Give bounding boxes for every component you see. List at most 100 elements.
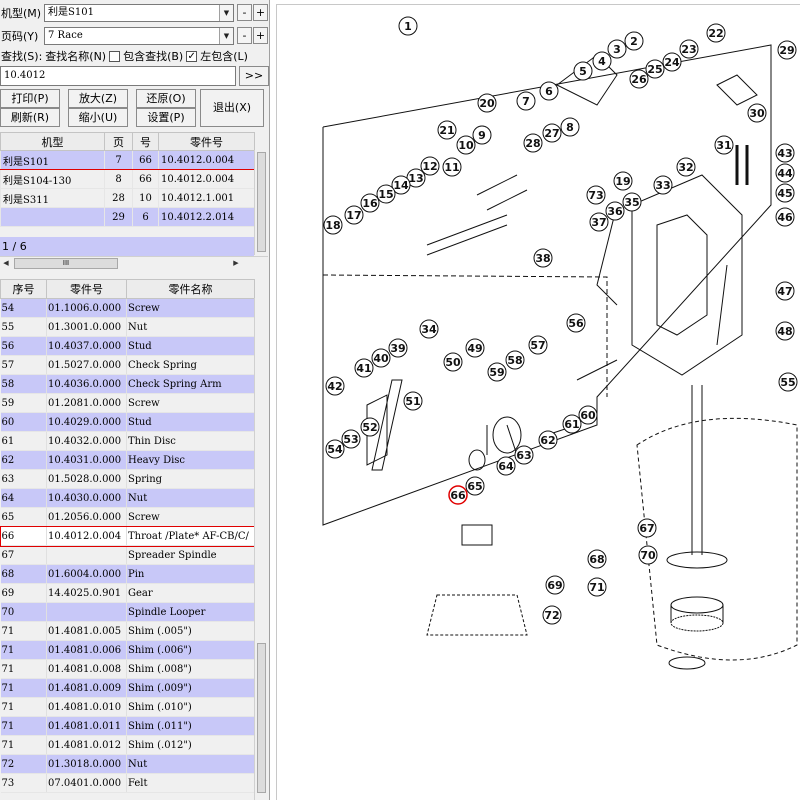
callout-2[interactable]: 2 bbox=[624, 31, 644, 51]
callout-36[interactable]: 36 bbox=[605, 201, 625, 221]
settings-button[interactable]: 设置(P) bbox=[136, 108, 196, 127]
search-name-label[interactable]: 查找名称(N) bbox=[44, 48, 106, 64]
callout-48[interactable]: 48 bbox=[775, 321, 795, 341]
callout-29[interactable]: 29 bbox=[777, 40, 797, 60]
callout-58[interactable]: 58 bbox=[505, 350, 525, 370]
callout-51[interactable]: 51 bbox=[403, 391, 423, 411]
callout-3[interactable]: 3 bbox=[607, 39, 627, 59]
table-row[interactable]: 59 01.2081.0.000 Screw bbox=[0, 393, 255, 413]
callout-8[interactable]: 8 bbox=[560, 117, 580, 137]
column-header[interactable]: 页 bbox=[104, 132, 133, 151]
callout-52[interactable]: 52 bbox=[360, 417, 380, 437]
table-row[interactable]: 利是S104-130 8 66 10.4012.0.004 bbox=[0, 169, 255, 189]
table-row[interactable]: 69 14.4025.0.901 Gear bbox=[0, 583, 255, 603]
callout-64[interactable]: 64 bbox=[496, 456, 516, 476]
table-row[interactable]: 61 10.4032.0.000 Thin Disc bbox=[0, 431, 255, 451]
page-next-button[interactable]: + bbox=[253, 27, 268, 44]
model-next-button[interactable]: + bbox=[253, 4, 268, 21]
print-button[interactable]: 打印(P) bbox=[0, 89, 60, 108]
table-row[interactable]: 71 01.4081.0.010 Shim (.010") bbox=[0, 697, 255, 717]
callout-41[interactable]: 41 bbox=[354, 358, 374, 378]
column-header[interactable]: 序号 bbox=[0, 279, 47, 299]
callout-57[interactable]: 57 bbox=[528, 335, 548, 355]
callout-27[interactable]: 27 bbox=[542, 123, 562, 143]
column-header[interactable]: 零件名称 bbox=[126, 279, 255, 299]
callout-32[interactable]: 32 bbox=[676, 157, 696, 177]
callout-12[interactable]: 12 bbox=[420, 156, 440, 176]
model-table-scrollbar[interactable] bbox=[254, 150, 268, 255]
model-select[interactable]: 利是S101 ▼ bbox=[44, 4, 234, 22]
callout-7[interactable]: 7 bbox=[516, 91, 536, 111]
callout-61[interactable]: 61 bbox=[562, 414, 582, 434]
parts-table-scrollbar[interactable] bbox=[254, 298, 268, 800]
search-go-button[interactable]: >> bbox=[239, 66, 269, 86]
callout-28[interactable]: 28 bbox=[523, 133, 543, 153]
callout-66[interactable]: 66 bbox=[448, 485, 468, 505]
callout-24[interactable]: 24 bbox=[662, 52, 682, 72]
scrollbar-thumb[interactable] bbox=[257, 152, 266, 252]
table-row[interactable]: 56 10.4037.0.000 Stud bbox=[0, 336, 255, 356]
callout-44[interactable]: 44 bbox=[775, 163, 795, 183]
callout-23[interactable]: 23 bbox=[679, 39, 699, 59]
chevron-left-icon[interactable]: ◀ bbox=[0, 259, 12, 267]
callout-39[interactable]: 39 bbox=[388, 338, 408, 358]
table-row[interactable]: 71 01.4081.0.012 Shim (.012") bbox=[0, 735, 255, 755]
table-row[interactable]: 63 01.5028.0.000 Spring bbox=[0, 469, 255, 489]
table-row[interactable]: 70 Spindle Looper bbox=[0, 602, 255, 622]
callout-15[interactable]: 15 bbox=[376, 184, 396, 204]
callout-16[interactable]: 16 bbox=[360, 193, 380, 213]
table-row[interactable]: 64 10.4030.0.000 Nut bbox=[0, 488, 255, 508]
callout-68[interactable]: 68 bbox=[587, 549, 607, 569]
callout-34[interactable]: 34 bbox=[419, 319, 439, 339]
callout-45[interactable]: 45 bbox=[775, 183, 795, 203]
callout-38[interactable]: 38 bbox=[533, 248, 553, 268]
column-header[interactable]: 零件号 bbox=[46, 279, 127, 299]
callout-6[interactable]: 6 bbox=[539, 81, 559, 101]
callout-73[interactable]: 73 bbox=[586, 185, 606, 205]
callout-62[interactable]: 62 bbox=[538, 430, 558, 450]
table-row[interactable]: 65 01.2056.0.000 Screw bbox=[0, 507, 255, 527]
callout-50[interactable]: 50 bbox=[443, 352, 463, 372]
callout-60[interactable]: 60 bbox=[578, 405, 598, 425]
refresh-button[interactable]: 刷新(R) bbox=[0, 108, 60, 127]
chevron-down-icon[interactable]: ▼ bbox=[219, 28, 233, 44]
column-header[interactable]: 零件号 bbox=[158, 132, 255, 151]
callout-37[interactable]: 37 bbox=[589, 212, 609, 232]
callout-21[interactable]: 21 bbox=[437, 120, 457, 140]
callout-30[interactable]: 30 bbox=[747, 103, 767, 123]
column-header[interactable]: 号 bbox=[132, 132, 159, 151]
callout-9[interactable]: 9 bbox=[472, 125, 492, 145]
callout-33[interactable]: 33 bbox=[653, 175, 673, 195]
table-row[interactable]: 54 01.1006.0.000 Screw bbox=[0, 298, 255, 318]
table-row[interactable]: 66 10.4012.0.004 Throat /Plate* AF-CB/C/ bbox=[0, 525, 256, 547]
table-row[interactable]: 73 07.0401.0.000 Felt bbox=[0, 773, 255, 793]
table-row[interactable]: 71 01.4081.0.005 Shim (.005") bbox=[0, 621, 255, 641]
chevron-down-icon[interactable]: ▼ bbox=[219, 5, 233, 21]
table-row[interactable]: 57 01.5027.0.000 Check Spring bbox=[0, 355, 255, 375]
callout-54[interactable]: 54 bbox=[325, 439, 345, 459]
callout-46[interactable]: 46 bbox=[775, 207, 795, 227]
callout-59[interactable]: 59 bbox=[487, 362, 507, 382]
scrollbar-thumb[interactable] bbox=[257, 643, 266, 793]
zoom-in-button[interactable]: 放大(Z) bbox=[68, 89, 128, 108]
callout-72[interactable]: 72 bbox=[542, 605, 562, 625]
contain-search-label[interactable]: 包含查找(B) bbox=[122, 48, 183, 64]
callout-5[interactable]: 5 bbox=[573, 61, 593, 81]
table-row[interactable]: 71 01.4081.0.006 Shim (.006") bbox=[0, 640, 255, 660]
callout-43[interactable]: 43 bbox=[775, 143, 795, 163]
table-row[interactable]: 67 Spreader Spindle bbox=[0, 545, 255, 565]
table-row[interactable]: 68 01.6004.0.000 Pin bbox=[0, 564, 255, 584]
table-row[interactable]: 72 01.3018.0.000 Nut bbox=[0, 754, 255, 774]
callout-71[interactable]: 71 bbox=[587, 577, 607, 597]
contain-search-checkbox[interactable] bbox=[109, 50, 121, 62]
table-row[interactable]: 利是S101 7 66 10.4012.0.004 bbox=[0, 150, 255, 170]
model-table-hscrollbar[interactable]: ◀ III ▶ bbox=[0, 256, 268, 270]
callout-11[interactable]: 11 bbox=[442, 157, 462, 177]
callout-56[interactable]: 56 bbox=[566, 313, 586, 333]
callout-20[interactable]: 20 bbox=[477, 93, 497, 113]
search-input[interactable]: 10.4012 bbox=[0, 66, 236, 86]
scrollbar-thumb[interactable]: III bbox=[14, 258, 118, 269]
callout-26[interactable]: 26 bbox=[629, 69, 649, 89]
callout-1[interactable]: 1 bbox=[398, 16, 418, 36]
callout-31[interactable]: 31 bbox=[714, 135, 734, 155]
